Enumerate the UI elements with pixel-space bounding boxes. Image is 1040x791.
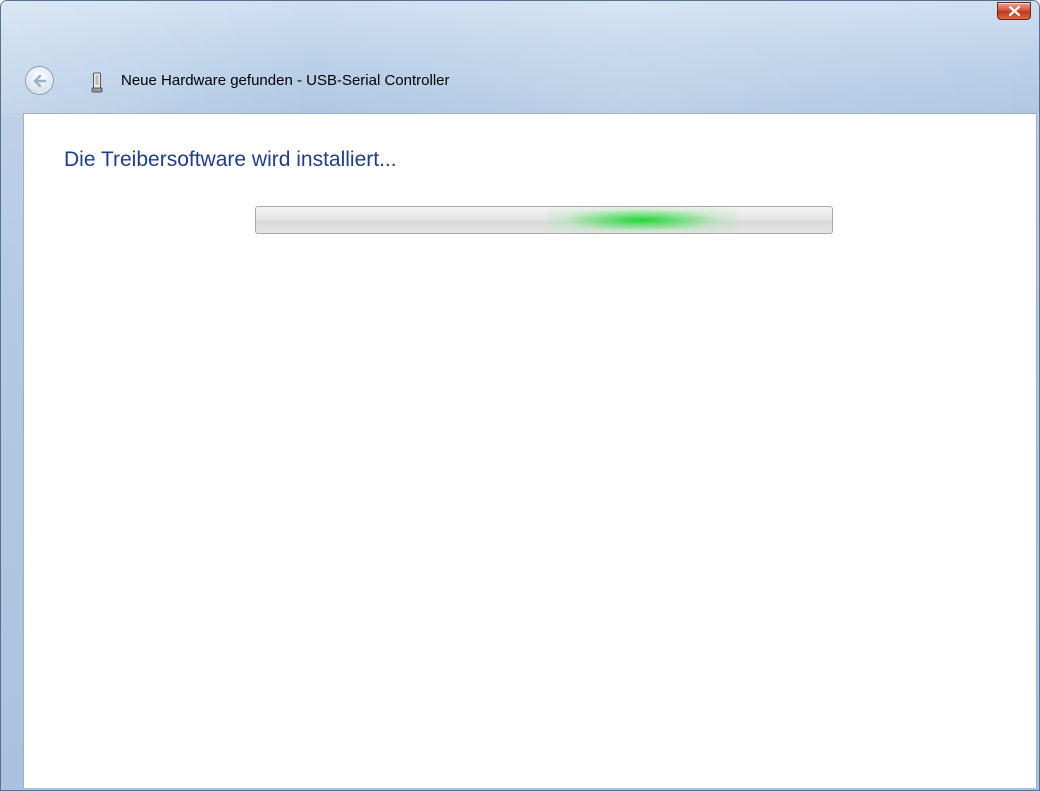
back-button[interactable] (25, 66, 54, 95)
progress-bar (255, 206, 833, 234)
usb-device-icon (91, 72, 103, 93)
page-heading: Die Treibersoftware wird installiert... (64, 148, 397, 171)
back-arrow-icon (33, 74, 47, 88)
close-button[interactable] (997, 2, 1031, 20)
wizard-window: Neue Hardware gefunden - USB-Serial Cont… (0, 0, 1040, 791)
close-icon (1009, 6, 1020, 16)
progress-indicator (547, 207, 737, 233)
content-panel: Die Treibersoftware wird installiert... (23, 113, 1037, 788)
window-title: Neue Hardware gefunden - USB-Serial Cont… (121, 72, 450, 89)
title-bar: Neue Hardware gefunden - USB-Serial Cont… (1, 1, 1039, 113)
